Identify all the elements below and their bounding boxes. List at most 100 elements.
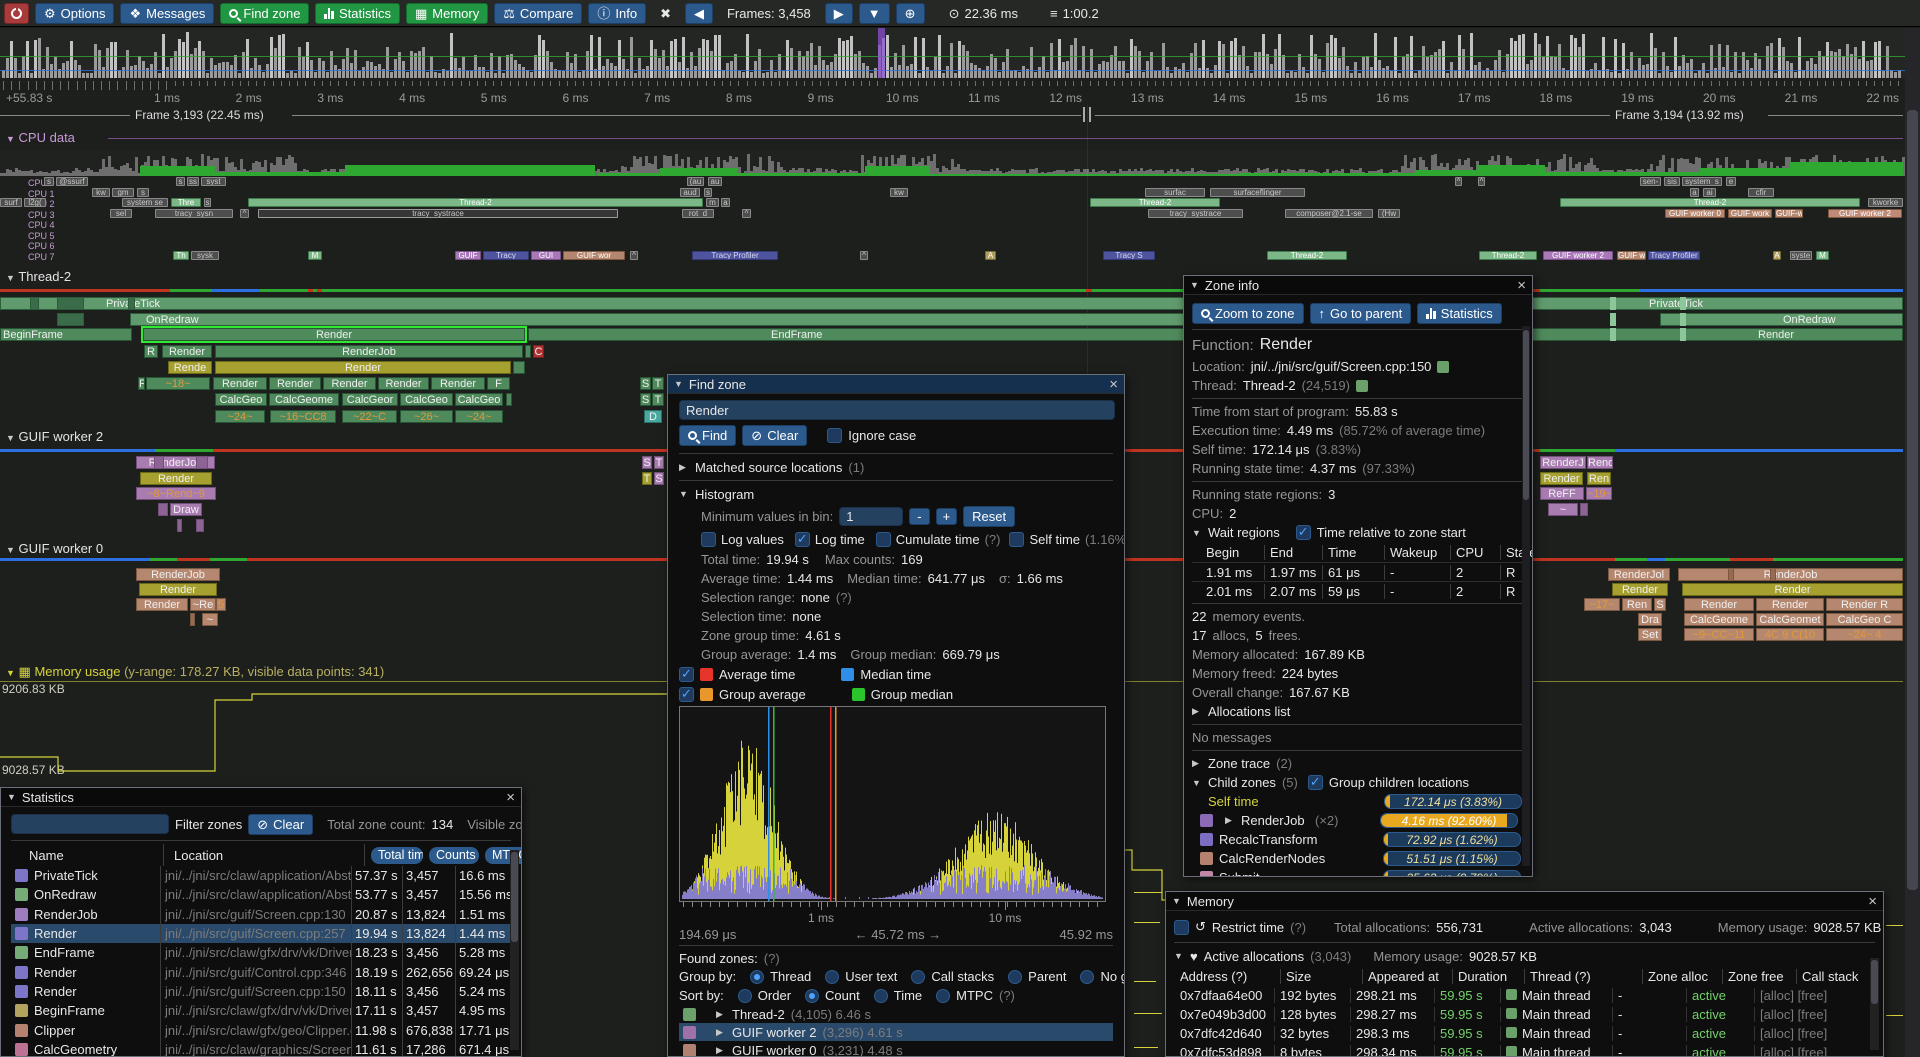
mem-col-address[interactable]: Address (?) xyxy=(1174,969,1274,984)
allocation-row[interactable]: 0x7dfaa64e00192 bytes298.21 ms59.95 sMai… xyxy=(1174,986,1875,1005)
found-zone-group[interactable]: ▶GUIF worker 2(3,296) 4.61 s xyxy=(679,1023,1113,1041)
main-scrollbar-thumb[interactable] xyxy=(1907,110,1918,890)
zone-render[interactable]: Render xyxy=(140,472,212,485)
cpu-zone-chip[interactable]: ^ xyxy=(860,251,868,260)
zone-block[interactable] xyxy=(1728,568,1734,581)
zone-render[interactable]: Render xyxy=(1612,583,1668,596)
found-zone-group[interactable]: ▶Thread-2(4,105) 6.46 s xyxy=(679,1005,1113,1023)
zone-5[interactable]: 5 xyxy=(216,598,226,611)
cpu-zone-chip[interactable]: s xyxy=(176,177,185,186)
group-by-radio-call-stacks[interactable] xyxy=(911,970,925,984)
table-row[interactable]: PrivateTickjni/../jni/src/claw/applicati… xyxy=(11,866,511,885)
cpu-zone-chip[interactable]: kw xyxy=(92,188,110,197)
cpu-zone-chip[interactable]: (Hw xyxy=(1378,209,1400,218)
zone-render[interactable]: Render xyxy=(269,377,321,390)
zone-renderjob[interactable]: RenderJob xyxy=(215,345,523,358)
zone-block[interactable] xyxy=(525,345,531,358)
zone-block[interactable] xyxy=(1610,313,1616,326)
log-values-checkbox[interactable] xyxy=(701,532,716,547)
frame-row[interactable]: Frame 3,193 (22.45 ms) Frame 3,194 (13.9… xyxy=(0,107,1920,123)
zone-calcgeo[interactable]: CalcGeo xyxy=(400,393,453,406)
zone-renderjol[interactable]: RenderJol xyxy=(1608,568,1670,581)
cpu-zone-chip[interactable]: GUIF wor xyxy=(563,251,625,260)
cpu-zone-chip[interactable]: sen- xyxy=(1640,177,1661,186)
cpu-zone-chip[interactable]: sysk xyxy=(191,251,219,260)
zoom-to-zone-button[interactable]: Zoom to zone xyxy=(1192,303,1304,324)
find-zone-query-input[interactable] xyxy=(679,400,1115,420)
cpu-zone-chip[interactable]: Thread-2 xyxy=(248,198,703,207)
zone-render[interactable]: Render xyxy=(1682,583,1903,596)
zone-renderj[interactable]: RenderJ xyxy=(1540,456,1586,469)
zone-block[interactable] xyxy=(177,519,182,532)
cpu-zone-chip[interactable]: ai xyxy=(1703,188,1716,197)
zone-rende[interactable]: Rende xyxy=(168,361,212,374)
allocation-row[interactable]: 0x7dfc42d64032 bytes298.3 ms59.95 sMain … xyxy=(1174,1024,1875,1043)
mem-col-zone-alloc[interactable]: Zone alloc xyxy=(1642,969,1716,984)
cpu-zone-chip[interactable]: e xyxy=(1726,177,1736,186)
sort-by-radio-order[interactable] xyxy=(738,989,752,1003)
wait-regions-section[interactable]: Wait regions xyxy=(1208,525,1280,540)
zone-ren[interactable]: Ren xyxy=(1622,598,1652,611)
zone-onredraw[interactable]: OnRedraw xyxy=(130,313,1228,326)
zone-block[interactable] xyxy=(1680,313,1686,326)
min-bin-input[interactable] xyxy=(839,507,903,526)
zone-t[interactable]: T xyxy=(652,393,664,406)
zone--9-cc-11[interactable]: ~9~CC~11 xyxy=(1684,628,1754,641)
histogram-section[interactable]: Histogram xyxy=(695,487,754,502)
current-frame-marker[interactable] xyxy=(878,28,885,78)
zone--26-[interactable]: ~26~ xyxy=(400,410,453,423)
cpu-usage-graph[interactable] xyxy=(0,150,1920,176)
cpu-zone-chip[interactable]: sel xyxy=(110,209,132,218)
time-relative-checkbox[interactable] xyxy=(1296,525,1311,540)
child-zones-section[interactable]: Child zones xyxy=(1208,775,1276,790)
cpu-zone-chip[interactable]: system_s xyxy=(1682,177,1722,186)
zone-calcgeo-c[interactable]: CalcGeo C xyxy=(1826,613,1903,626)
zone-render[interactable]: Render xyxy=(215,361,511,374)
table-row[interactable]: Renderjni/../jni/src/guif/Screen.cpp:150… xyxy=(11,982,511,1001)
zone-block[interactable] xyxy=(1680,297,1686,310)
cpu-zone-chip[interactable]: Thread-2 xyxy=(1560,198,1860,207)
expand-icon[interactable]: ▶ xyxy=(1225,815,1235,826)
zone-render[interactable]: Render xyxy=(213,377,267,390)
cpu-zone-chip[interactable]: M xyxy=(308,251,322,260)
zone-block[interactable] xyxy=(1770,568,1776,581)
cpu-zone-chip[interactable]: tracy_sysn xyxy=(155,209,233,218)
zone-t[interactable]: T xyxy=(654,456,664,469)
zone-draw[interactable]: Draw xyxy=(170,503,202,516)
zone-block[interactable] xyxy=(190,613,195,626)
zone-privatetick[interactable]: PrivateTick xyxy=(0,297,1338,310)
zone-render[interactable]: Render xyxy=(1684,598,1754,611)
cpu-zone-chip[interactable]: GUIF work xyxy=(1728,209,1772,218)
cpu-zone-chip[interactable]: ^ xyxy=(742,209,751,218)
cpu-zone-chip[interactable]: cfir xyxy=(1748,188,1774,197)
main-scrollbar[interactable] xyxy=(1905,28,1920,1057)
cpu-zone-chip[interactable]: surf xyxy=(0,198,22,207)
legend-checkbox[interactable] xyxy=(679,687,694,702)
zone-f[interactable]: F xyxy=(138,377,145,390)
cpu-zone-chip[interactable]: M xyxy=(1816,251,1829,260)
group-children-checkbox[interactable] xyxy=(1308,775,1323,790)
cpu-zone-chip[interactable]: GUIF xyxy=(455,251,481,260)
zone-s[interactable]: S xyxy=(654,472,664,485)
col-location[interactable]: Location xyxy=(170,848,358,863)
restrict-time-checkbox[interactable] xyxy=(1174,920,1189,935)
statistics-scrollbar[interactable] xyxy=(510,850,519,1050)
cpu-zone-chip[interactable]: surfac xyxy=(1145,188,1205,197)
zone--19-[interactable]: ~19~ xyxy=(1586,487,1612,500)
sort-by-radio-time[interactable] xyxy=(874,989,888,1003)
table-row[interactable]: RenderJobjni/../jni/src/guif/Screen.cpp:… xyxy=(11,905,511,924)
zone-f[interactable]: F xyxy=(487,377,510,390)
zone-s[interactable]: S xyxy=(640,393,651,406)
zone-block[interactable] xyxy=(158,503,168,516)
zone-block[interactable] xyxy=(1680,328,1686,341)
zone-render[interactable]: Render xyxy=(162,345,212,358)
log-time-checkbox[interactable] xyxy=(795,532,810,547)
frame-time-graph[interactable] xyxy=(0,28,1920,78)
cpu-zone-chip[interactable]: m xyxy=(706,198,719,207)
collapse-icon[interactable]: ▼ xyxy=(1192,528,1202,538)
zone-calcgeor[interactable]: CalcGeor xyxy=(342,393,398,406)
cpu-zone-chip[interactable]: a xyxy=(1690,188,1699,197)
zone-render[interactable]: Render xyxy=(139,583,217,596)
legend-checkbox[interactable] xyxy=(679,667,694,682)
alloc-call-stack[interactable]: [alloc] [free] xyxy=(1754,1026,1850,1041)
